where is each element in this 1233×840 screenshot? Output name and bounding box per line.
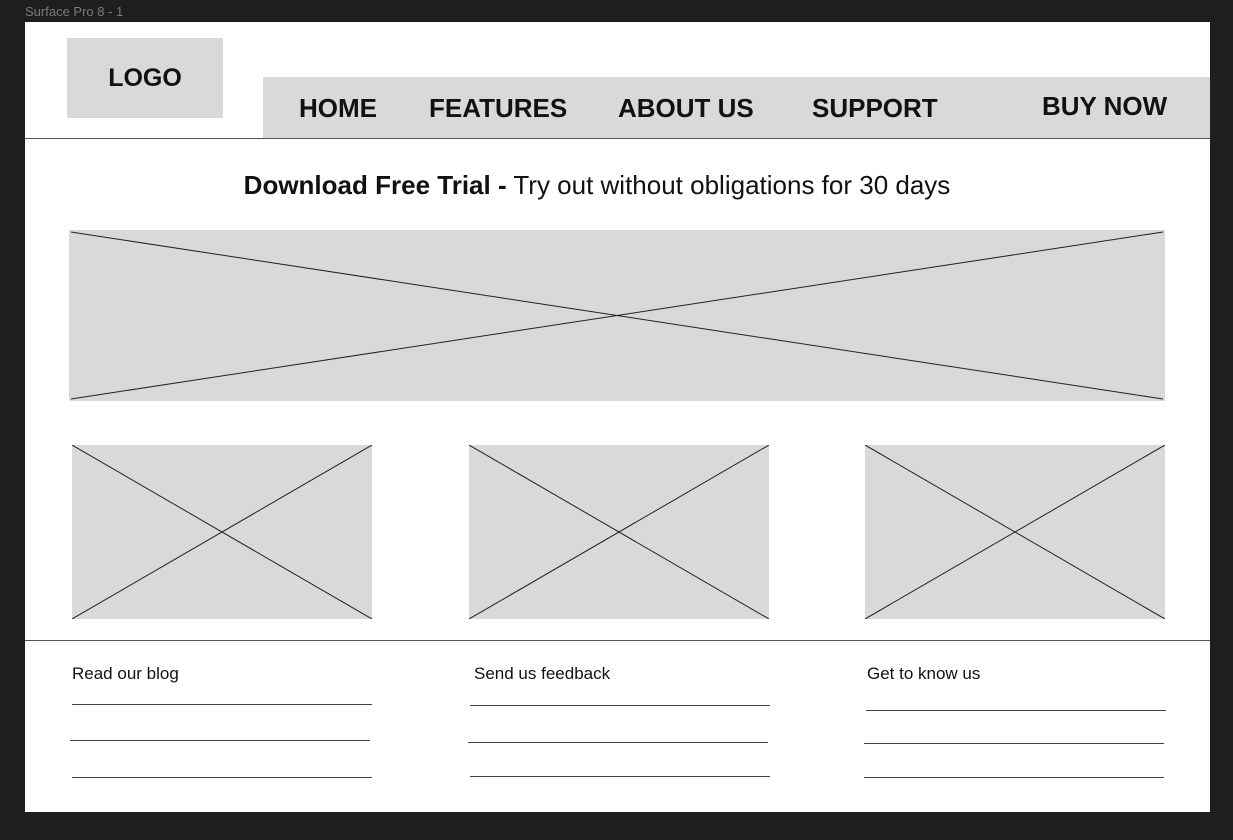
nav-about-us[interactable]: ABOUT US (618, 93, 754, 124)
promo-rest: Try out without obligations for 30 days (506, 170, 951, 200)
footer-link-placeholder (72, 704, 372, 705)
frame-label: Surface Pro 8 - 1 (25, 4, 124, 19)
placeholder-cross-icon (865, 445, 1165, 619)
nav-home[interactable]: HOME (299, 93, 377, 124)
card-image-placeholder-3 (865, 445, 1165, 619)
card-image-placeholder-1 (72, 445, 372, 619)
card-image-placeholder-2 (469, 445, 769, 619)
footer-link-placeholder (470, 705, 770, 706)
logo-text: LOGO (108, 63, 182, 92)
footer-link-placeholder (72, 777, 372, 778)
nav-bar: HOME FEATURES ABOUT US SUPPORT BUY NOW (263, 77, 1210, 139)
footer-divider (25, 640, 1210, 641)
footer-heading-blog[interactable]: Read our blog (72, 664, 179, 684)
hero-image-placeholder (69, 230, 1165, 401)
footer-link-placeholder (470, 776, 770, 777)
placeholder-cross-icon (72, 445, 372, 619)
placeholder-cross-icon (469, 445, 769, 619)
footer-link-placeholder (864, 777, 1164, 778)
promo-bold: Download Free Trial - (243, 170, 507, 200)
logo[interactable]: LOGO (67, 38, 223, 118)
promo-banner-text: Download Free Trial - Try out without ob… (25, 170, 1169, 201)
footer-heading-about[interactable]: Get to know us (867, 664, 980, 684)
placeholder-cross-icon (70, 231, 1164, 400)
footer-link-placeholder (70, 740, 370, 741)
page-frame: LOGO HOME FEATURES ABOUT US SUPPORT BUY … (25, 22, 1210, 812)
nav-features[interactable]: FEATURES (429, 93, 567, 124)
header-divider (25, 138, 1210, 139)
nav-support[interactable]: SUPPORT (812, 93, 938, 124)
buy-now-button[interactable]: BUY NOW (1042, 91, 1167, 122)
footer-link-placeholder (468, 742, 768, 743)
footer-link-placeholder (866, 710, 1166, 711)
footer-link-placeholder (864, 743, 1164, 744)
footer-heading-feedback[interactable]: Send us feedback (474, 664, 610, 684)
